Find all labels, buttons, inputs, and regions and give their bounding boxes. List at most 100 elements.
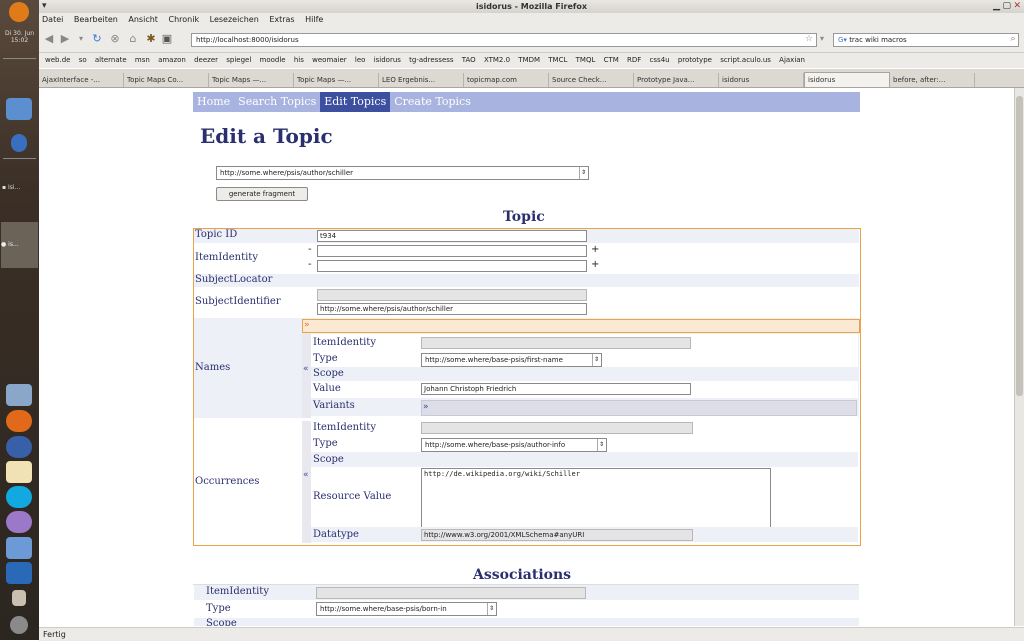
window-menu-icon[interactable]: ▾ [42, 0, 47, 13]
menu-chronik[interactable]: Chronik [168, 15, 199, 24]
browser-tab-active[interactable]: isidorus [804, 72, 890, 87]
search-field[interactable]: G▾ trac wiki macros [833, 33, 1019, 47]
nav-edit-topics[interactable]: Edit Topics [320, 92, 391, 112]
bookmark-item[interactable]: leo [355, 56, 366, 64]
browser-tab[interactable]: Topic Maps —... [209, 73, 294, 87]
addon-bug-icon[interactable]: ✱ [145, 33, 157, 45]
minimize-icon[interactable]: ▁ [993, 0, 1000, 13]
bookmark-star-icon[interactable]: ☆ [803, 33, 815, 45]
menu-datei[interactable]: Datei [42, 15, 63, 24]
search-icon[interactable]: ⌕ [1007, 33, 1019, 45]
bookmark-item[interactable]: TMQL [576, 56, 596, 64]
url-dropdown-icon[interactable]: ▾ [816, 33, 828, 45]
bookmark-item[interactable]: TAO [462, 56, 476, 64]
bookmark-item[interactable]: amazon [158, 56, 186, 64]
bookmark-item[interactable]: moodle [260, 56, 286, 64]
close-window-icon[interactable]: ✕ [1013, 0, 1021, 13]
names-collapse-bar[interactable] [302, 332, 311, 418]
scrollbar-thumb[interactable] [1016, 96, 1023, 396]
dock-item-1[interactable]: ▪ Isi... [2, 184, 37, 198]
virtualbox-icon[interactable] [6, 562, 32, 584]
browser-tab[interactable]: LEO Ergebnis... [379, 73, 464, 87]
dock-item-2[interactable]: ● is... [1, 222, 38, 268]
bookmark-item[interactable]: tg-adressess [409, 56, 453, 64]
resource-value-textarea[interactable]: http://de.wikipedia.org/wiki/Schiller [421, 468, 771, 528]
bookmark-item[interactable]: RDF [627, 56, 641, 64]
browser-tab[interactable]: Prototype Java... [634, 73, 719, 87]
menu-hilfe[interactable]: Hilfe [305, 15, 323, 24]
topic-id-input[interactable]: t934 [317, 230, 587, 242]
search-engine-icon[interactable]: G▾ [838, 36, 847, 44]
pidgin-icon[interactable] [6, 511, 32, 533]
display-settings-icon[interactable] [6, 537, 32, 559]
browser-tab[interactable]: isidorus [719, 73, 804, 87]
network-icon[interactable] [6, 98, 32, 120]
item-identity-remove-1[interactable]: - [308, 244, 312, 255]
item-identity-add-1[interactable]: + [591, 244, 599, 255]
nav-search-topics[interactable]: Search Topics [234, 92, 320, 112]
monitor-icon[interactable] [6, 384, 32, 406]
association-type-select[interactable]: http://some.where/base-psis/born-in ⇕ [316, 602, 497, 616]
menu-extras[interactable]: Extras [269, 15, 294, 24]
thunderbird-icon[interactable] [6, 436, 32, 458]
bookmark-item[interactable]: web.de [45, 56, 70, 64]
occurrences-collapse-toggle[interactable]: « [303, 470, 309, 480]
nav-home[interactable]: Home [193, 92, 234, 112]
forward-arrow-icon[interactable]: ▶ [59, 33, 71, 45]
bookmark-item[interactable]: css4u [650, 56, 670, 64]
bookmark-item[interactable]: msn [135, 56, 150, 64]
bookmark-item[interactable]: spiegel [226, 56, 251, 64]
maximize-icon[interactable]: ▢ [1002, 0, 1011, 13]
bookmark-item[interactable]: CTM [604, 56, 619, 64]
power-icon[interactable] [10, 616, 28, 634]
history-dropdown-icon[interactable]: ▾ [75, 33, 87, 45]
nav-create-topics[interactable]: Create Topics [390, 92, 475, 112]
subject-identifier-input[interactable]: http://some.where/psis/author/schiller [317, 303, 587, 315]
bookmark-item[interactable]: Ajaxian [779, 56, 805, 64]
skype-icon[interactable] [6, 486, 32, 508]
browser-tab[interactable]: Source Check... [549, 73, 634, 87]
item-identity-input-1[interactable] [317, 245, 587, 257]
browser-tab[interactable]: AjaxInterface -... [39, 73, 124, 87]
browser-tab[interactable]: before, after:... [890, 73, 975, 87]
bookmark-item[interactable]: so [79, 56, 87, 64]
bookmark-item[interactable]: prototype [678, 56, 712, 64]
menu-lesezeichen[interactable]: Lesezeichen [210, 15, 259, 24]
stop-icon[interactable]: ⊗ [109, 33, 121, 45]
lock-icon[interactable] [12, 590, 26, 606]
firefox-icon[interactable] [6, 410, 32, 432]
bookmark-item[interactable]: script.aculo.us [720, 56, 771, 64]
browser-tab[interactable]: topicmap.com [464, 73, 549, 87]
names-collapse-toggle[interactable]: « [303, 364, 309, 374]
calendar-icon[interactable] [6, 461, 32, 483]
browser-tab[interactable]: Topic Maps Co... [124, 73, 209, 87]
bluetooth-icon[interactable] [11, 134, 27, 152]
names-expand-bar[interactable] [302, 319, 860, 333]
menu-bearbeiten[interactable]: Bearbeiten [74, 15, 118, 24]
bookmark-item[interactable]: XTM2.0 [484, 56, 510, 64]
variants-expand-toggle[interactable]: » [423, 402, 429, 412]
ubuntu-logo-icon[interactable] [9, 2, 29, 22]
vertical-scrollbar[interactable] [1014, 88, 1024, 626]
menu-ansicht[interactable]: Ansicht [128, 15, 158, 24]
bookmark-item[interactable]: isidorus [374, 56, 401, 64]
occurrence-type-select[interactable]: http://some.where/base-psis/author-info … [421, 438, 607, 452]
item-identity-input-2[interactable] [317, 260, 587, 272]
bookmark-item[interactable]: his [294, 56, 304, 64]
occurrences-collapse-bar[interactable] [302, 421, 311, 543]
names-expand-toggle[interactable]: » [304, 320, 310, 330]
bookmark-item[interactable]: weomaier [312, 56, 347, 64]
bookmark-item[interactable]: alternate [95, 56, 127, 64]
home-icon[interactable]: ⌂ [127, 33, 139, 45]
generate-fragment-button[interactable]: generate fragment [216, 187, 308, 201]
item-identity-remove-2[interactable]: - [308, 259, 312, 270]
topic-select[interactable]: http://some.where/psis/author/schiller ⇕ [216, 166, 589, 180]
item-identity-add-2[interactable]: + [591, 259, 599, 270]
url-bar[interactable]: http://localhost:8000/isidorus [191, 33, 817, 47]
bookmark-item[interactable]: deezer [194, 56, 218, 64]
bookmark-item[interactable]: TMDM [518, 56, 540, 64]
variants-expand-bar[interactable] [421, 400, 857, 416]
browser-tab[interactable]: Topic Maps —... [294, 73, 379, 87]
name-type-select[interactable]: http://some.where/base-psis/first-name ⇕ [421, 353, 602, 367]
bookmark-item[interactable]: TMCL [548, 56, 567, 64]
